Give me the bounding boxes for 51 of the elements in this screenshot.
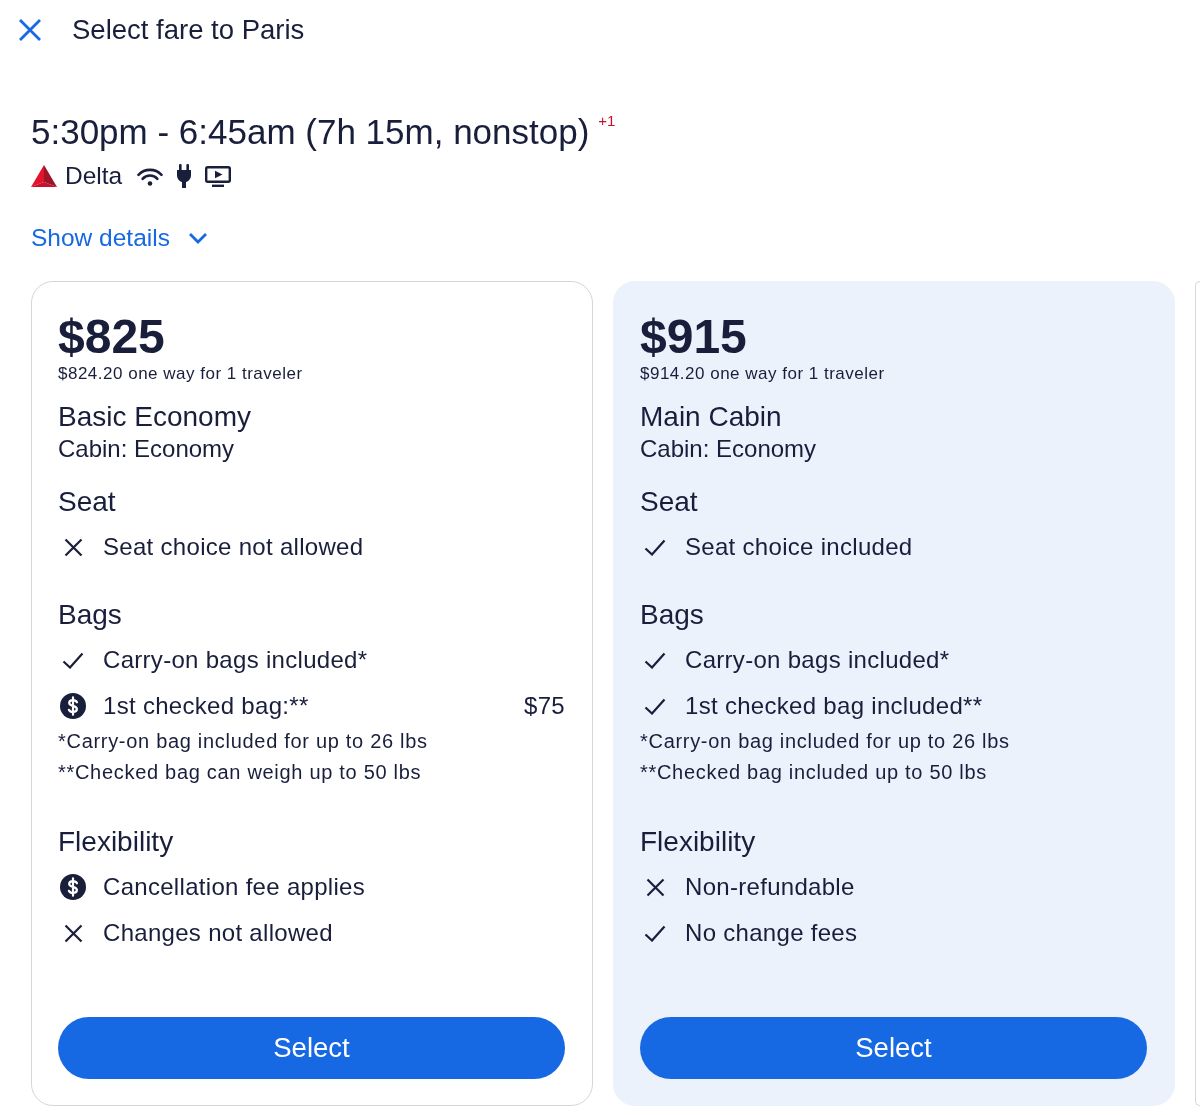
feature-text: 1st checked bag:** [103, 692, 309, 720]
cross-icon [645, 877, 665, 897]
dollar-coin-icon [60, 874, 86, 900]
airline-name: Delta [65, 163, 123, 189]
footnote: **Checked bag included up to 50 lbs [640, 760, 987, 785]
check-icon [644, 538, 666, 556]
section-heading: Flexibility [58, 826, 174, 858]
feature-text: Changes not allowed [103, 919, 333, 947]
close-icon[interactable] [18, 18, 42, 42]
check-icon [62, 651, 84, 669]
fare-name: Main Cabin [640, 401, 782, 433]
feature-text: Seat choice included [685, 533, 913, 561]
section-heading: Bags [640, 599, 704, 631]
fare-name: Basic Economy [58, 401, 251, 433]
footnote: **Checked bag can weigh up to 50 lbs [58, 760, 422, 785]
feature-text: 1st checked bag included** [685, 692, 983, 720]
check-icon [644, 697, 666, 715]
section-heading: Flexibility [640, 826, 756, 858]
wifi-icon [137, 166, 164, 186]
flight-times: 5:30pm - 6:45am (7h 15m, nonstop) [31, 112, 590, 152]
cabin-class: Cabin: Economy [58, 435, 235, 463]
screen-play-icon [205, 165, 232, 187]
triangle-logo-icon [31, 165, 57, 187]
fee-amount: $75 [524, 692, 565, 720]
price-note: $914.20 one way for 1 traveler [640, 364, 885, 384]
feature-text: Cancellation fee applies [103, 873, 366, 901]
power-plug-icon [176, 164, 193, 188]
price-note: $824.20 one way for 1 traveler [58, 364, 303, 384]
cross-icon [63, 923, 83, 943]
select-button[interactable]: Select [58, 1017, 565, 1079]
feature-text: Carry-on bags included* [103, 646, 368, 674]
check-icon [644, 924, 666, 942]
section-heading: Seat [58, 486, 116, 518]
feature-text: Carry-on bags included* [685, 646, 950, 674]
dollar-coin-icon [60, 693, 86, 719]
feature-text: No change fees [685, 919, 858, 947]
feature-text: Seat choice not allowed [103, 533, 364, 561]
page-title: Select fare to Paris [72, 14, 305, 46]
footnote: *Carry-on bag included for up to 26 lbs [58, 729, 428, 754]
section-heading: Seat [640, 486, 698, 518]
fare-price: $825 [58, 311, 165, 363]
cross-icon [63, 537, 83, 557]
check-icon [644, 651, 666, 669]
cabin-class: Cabin: Economy [640, 435, 817, 463]
fare-price: $915 [640, 311, 747, 363]
footnote: *Carry-on bag included for up to 26 lbs [640, 729, 1010, 754]
show-details-link[interactable]: Show details [31, 224, 208, 252]
next-day-indicator: +1 [598, 112, 616, 130]
feature-text: Non-refundable [685, 873, 855, 901]
select-button[interactable]: Select [640, 1017, 1147, 1079]
section-heading: Bags [58, 599, 122, 631]
